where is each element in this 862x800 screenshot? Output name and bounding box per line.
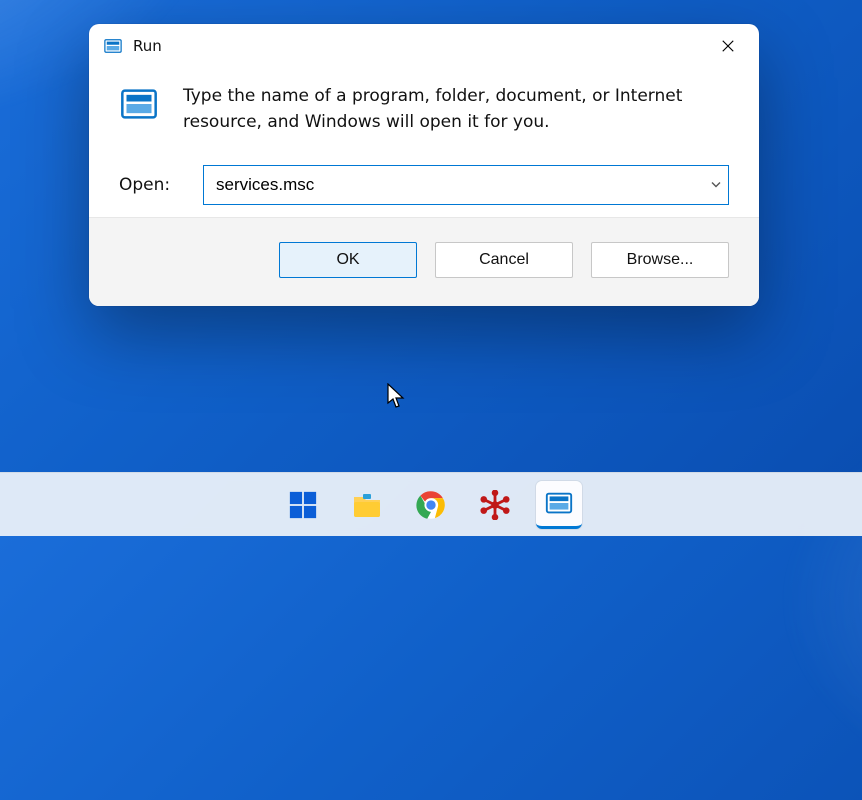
- open-input[interactable]: [203, 165, 729, 205]
- taskbar-run[interactable]: [536, 481, 582, 529]
- cancel-button[interactable]: Cancel: [435, 242, 573, 278]
- mouse-cursor: [387, 383, 405, 409]
- run-icon-large: [119, 84, 159, 124]
- close-icon: [721, 39, 735, 53]
- dialog-body: Type the name of a program, folder, docu…: [89, 68, 759, 143]
- windows-start-icon: [288, 490, 318, 520]
- run-app-icon: [544, 488, 574, 518]
- filezilla-icon: [480, 490, 510, 520]
- run-dialog: Run Type the name of a program, folder, …: [89, 24, 759, 306]
- ok-button[interactable]: OK: [279, 242, 417, 278]
- browse-button[interactable]: Browse...: [591, 242, 729, 278]
- button-bar: OK Cancel Browse...: [89, 217, 759, 306]
- run-icon: [103, 36, 123, 56]
- open-combobox[interactable]: [203, 165, 729, 205]
- dialog-description: Type the name of a program, folder, docu…: [183, 84, 703, 135]
- taskbar-filezilla[interactable]: [472, 482, 518, 528]
- taskbar-file-explorer[interactable]: [344, 482, 390, 528]
- titlebar: Run: [89, 24, 759, 68]
- chrome-icon: [416, 490, 446, 520]
- folder-icon: [351, 489, 383, 521]
- close-button[interactable]: [705, 30, 751, 62]
- open-label: Open:: [119, 175, 179, 195]
- taskbar-chrome[interactable]: [408, 482, 454, 528]
- open-row: Open:: [89, 143, 759, 217]
- taskbar-start[interactable]: [280, 482, 326, 528]
- window-title: Run: [133, 37, 162, 55]
- taskbar: [0, 472, 862, 536]
